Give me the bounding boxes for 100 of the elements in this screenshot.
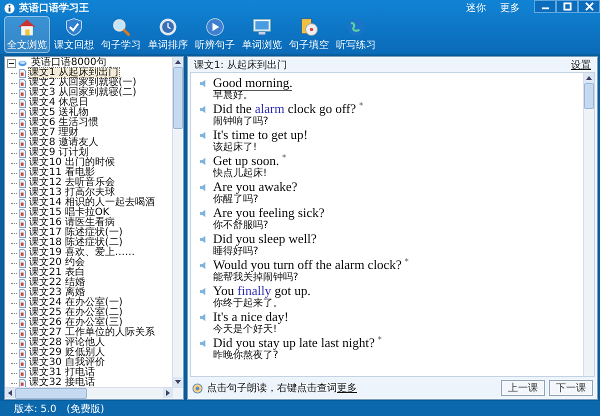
tree-item[interactable]: 课文28 评论他人 [29,338,105,348]
toolbar-button[interactable]: 听写练习 [333,16,379,53]
tree-item[interactable]: 课文32 接电话 [29,378,95,388]
up-arrow-icon[interactable] [173,57,183,67]
speaker-icon[interactable] [199,157,208,166]
document-icon [18,288,27,298]
title-link[interactable]: 迷你 [466,1,486,15]
chinese-translation: 能帮我关掉闹钟吗? [212,272,300,283]
tree-item[interactable]: 课文6 生活习惯 [29,118,99,128]
monitor-icon [251,17,273,37]
lesson-nav-button[interactable]: 下一课 [549,380,593,396]
speaker-icon[interactable] [199,79,208,88]
down-arrow-icon[interactable] [173,377,183,387]
tree-item[interactable]: 课文7 理财 [29,128,79,138]
english-sentence[interactable]: Good morning. [213,75,292,91]
left-arrow-icon[interactable] [5,388,15,398]
tree-item[interactable]: 课文5 送礼物 [29,108,89,118]
clock-icon [157,17,179,37]
toolbar-button[interactable]: 单词浏览 [239,16,285,53]
tree-item[interactable]: 课文9 订计划 [29,148,89,158]
tree-item[interactable]: 课文8 邀请友人 [29,138,99,148]
english-sentence[interactable]: It's a nice day! [213,309,289,324]
scroll-thumb[interactable] [584,83,594,109]
tree-item[interactable]: 课文2 从回家到就寝(一) [29,78,136,88]
tree-item[interactable]: 课文22 结婚 [29,278,85,288]
toolbar-button[interactable]: 单词排序 [145,16,191,53]
tree-item[interactable]: 课文4 休息日 [29,98,89,108]
note-mark: * [359,101,364,110]
tree-item[interactable]: 课文14 相识的人一起去喝酒 [29,198,155,208]
document-icon [18,78,27,88]
scrollbar[interactable] [583,73,594,376]
english-sentence[interactable]: Did you sleep well? [213,231,317,246]
tree-item[interactable]: 课文24 在办公室(一) [29,298,123,308]
tree-item[interactable]: 课文31 打电话 [29,368,95,378]
speaker-icon[interactable] [199,313,208,322]
toolbar-button[interactable]: 句子学习 [98,16,144,53]
edition-text: (免费版) [66,402,104,416]
tree-item[interactable]: 课文30 自我评价 [29,358,105,368]
minimize-button[interactable] [534,0,556,13]
settings-link[interactable]: 设置 [571,58,591,72]
english-sentence[interactable]: It's time to get up! [213,127,308,142]
maximize-button[interactable] [556,0,578,13]
english-sentence[interactable]: Did the alarm clock go off? [213,101,356,116]
toolbar-button[interactable]: 全文浏览 [4,16,50,53]
document-icon [18,128,27,138]
tree-item[interactable]: 英语口语8000句 [31,58,106,68]
right-arrow-icon[interactable] [163,388,173,398]
english-sentence[interactable]: Are you awake? [213,179,298,194]
tree-item[interactable]: 课文15 唱卡拉OK [29,208,110,218]
lesson-title: 课文1: 从起床到出门 [194,58,287,72]
close-button[interactable] [578,0,600,13]
scrollbar[interactable] [172,57,183,387]
speaker-icon[interactable] [199,287,208,296]
tree-item[interactable]: 课文29 贬低别人 [29,348,105,358]
tree-item[interactable]: 课文25 在办公室(二) [29,308,123,318]
tree-item[interactable]: 课文21 表白 [29,268,85,278]
tree-item[interactable]: 课文16 请医生看病 [29,218,115,228]
speaker-icon[interactable] [199,183,208,192]
collapse-toggle-icon[interactable] [7,58,16,68]
hint-text: 点击句子朗读，右键点击查词更多 [207,382,357,395]
tree-item[interactable]: 课文18 陈述症状(二) [29,238,123,248]
tree-item[interactable]: 课文10 出门的时候 [29,158,115,168]
tree-item[interactable]: 课文17 陈述症状(一) [29,228,123,238]
chinese-translation: 闹钟响了吗? [212,116,270,127]
speaker-icon[interactable] [199,261,208,270]
speaker-icon[interactable] [199,209,208,218]
tree-item[interactable]: 课文23 离婚 [29,288,85,298]
speaker-icon[interactable] [199,235,208,244]
toolbar-button[interactable]: 听辨句子 [192,16,238,53]
scroll-thumb[interactable] [15,388,87,399]
title-link[interactable]: 更多 [500,1,520,15]
chinese-translation: 该起床了! [212,142,258,153]
version-text: 版本: 5.0 [14,402,56,416]
info-icon [4,2,15,14]
more-link[interactable]: 更多 [337,383,357,394]
lesson-nav-button[interactable]: 上一课 [501,380,545,396]
scroll-thumb[interactable] [173,67,183,129]
toolbar-button[interactable]: 句子填空 [286,16,332,53]
tree-item[interactable]: 课文13 打高尔夫球 [29,188,115,198]
tree-item[interactable]: 课文19 喜欢、爱上…… [29,248,135,258]
document-icon [18,338,27,348]
english-sentence[interactable]: Would you turn off the alarm clock? [213,257,402,272]
document-icon [18,118,27,128]
english-sentence[interactable]: Are you feeling sick? [213,205,325,220]
document-icon [18,228,27,238]
scrollbar[interactable] [5,387,183,399]
tree-item[interactable]: 课文11 看电影 [29,168,95,178]
speaker-icon[interactable] [199,131,208,140]
toolbar-button[interactable]: 课文回想 [51,16,97,53]
tree-item[interactable]: 课文20 约会 [29,258,85,268]
speaker-icon[interactable] [199,105,208,114]
tree-item[interactable]: 课文27 工作单位的人际关系 [29,328,155,338]
english-sentence[interactable]: Did you stay up late last night? [213,335,375,350]
tree-item[interactable]: 课文26 在办公室(三) [29,318,123,328]
speaker-icon[interactable] [199,339,208,348]
tree-item[interactable]: 课文12 去听音乐会 [29,178,115,188]
english-sentence[interactable]: You finally got up. [213,283,311,298]
tree-item[interactable]: 课文3 从回家到就寝(二) [29,88,136,98]
english-sentence[interactable]: Get up soon. [213,153,280,168]
up-arrow-icon[interactable] [584,73,594,83]
